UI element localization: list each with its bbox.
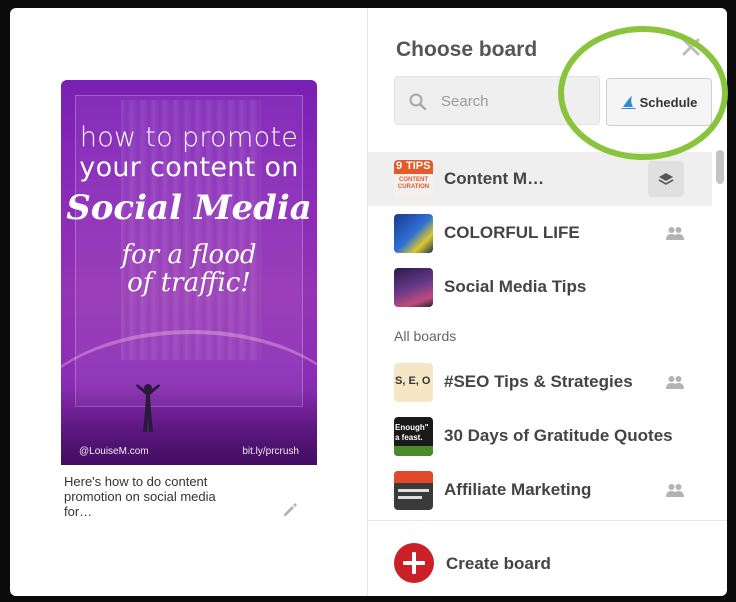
board-thumbnail [394,267,433,307]
pin-credit-right: bit.ly/prcrush [242,446,299,457]
board-name: #SEO Tips & Strategies [444,372,633,391]
sail-icon [620,95,636,109]
pin-preview-panel: how to promote your content on Social Me… [10,8,368,596]
board-thumbnail [394,470,433,510]
dialog-title: Choose board [396,38,538,61]
board-chooser-panel: Choose board Schedule 9 [368,8,727,596]
layers-button[interactable] [648,161,684,197]
thumb-text-seo: S, E, O [395,374,431,387]
group-icon [666,227,684,240]
board-thumbnail: Enough" a feast. [394,416,433,456]
board-thumbnail: 9 TIPS CONTENT CURATION [394,159,433,199]
pin-headline-line2: your content on [79,152,299,183]
board-name: Content M… [444,169,545,188]
scrollbar-thumb[interactable] [716,150,724,184]
schedule-button[interactable]: Schedule [606,78,712,126]
pencil-icon[interactable] [281,501,299,519]
board-item-gratitude-quotes[interactable]: Enough" a feast. 30 Days of Gratitude Qu… [368,409,712,463]
board-thumbnail: S, E, O [394,362,433,402]
pin-image: how to promote your content on Social Me… [61,80,317,465]
pin-headline-line1: how to promote [79,122,299,153]
board-list-scrollbar[interactable] [716,148,724,520]
search-input[interactable] [441,89,591,113]
board-list: 9 TIPS CONTENT CURATION Content M… COLOR… [368,144,727,520]
board-name: 30 Days of Gratitude Quotes [444,426,673,445]
board-name: Social Media Tips [444,277,587,296]
board-item-social-media-tips[interactable]: Social Media Tips [368,260,712,314]
board-thumbnail [394,213,433,253]
pin-headline-line3: Social Media [66,188,312,228]
board-name: COLORFUL LIFE [444,223,580,242]
choose-board-dialog: how to promote your content on Social Me… [10,8,727,596]
group-icon [666,484,684,497]
all-boards-label: All boards [394,328,457,344]
layers-icon [658,173,674,185]
create-board-label[interactable]: Create board [446,554,551,574]
board-item-seo-tips[interactable]: S, E, O #SEO Tips & Strategies [368,355,712,409]
thumb-text-tips: TIPS [406,159,431,172]
group-icon [666,376,684,389]
board-item-content-marketing[interactable]: 9 TIPS CONTENT CURATION Content M… [368,152,712,206]
create-board-footer[interactable]: Create board [368,520,727,596]
schedule-button-label: Schedule [639,94,698,110]
pin-credit-left: @LouiseM.com [79,446,149,457]
person-silhouette-icon [136,384,160,432]
pin-headline-line5: of traffic! [127,268,251,298]
plus-circle-icon[interactable] [394,543,434,583]
thumb-text-curation: CONTENT CURATION [397,176,430,190]
board-item-affiliate-marketing[interactable]: Affiliate Marketing [368,463,712,517]
search-field[interactable] [394,76,600,125]
pin-description[interactable]: Here's how to do content promotion on so… [64,474,234,519]
thumb-text-number: 9 [396,159,403,172]
search-icon [409,93,427,111]
pin-headline-line4: for a flood [121,240,257,270]
board-item-colorful-life[interactable]: COLORFUL LIFE [368,206,712,260]
board-name: Affiliate Marketing [444,480,592,499]
thumb-text-gratitude: Enough" a feast. [395,422,429,442]
close-icon[interactable] [680,36,702,58]
